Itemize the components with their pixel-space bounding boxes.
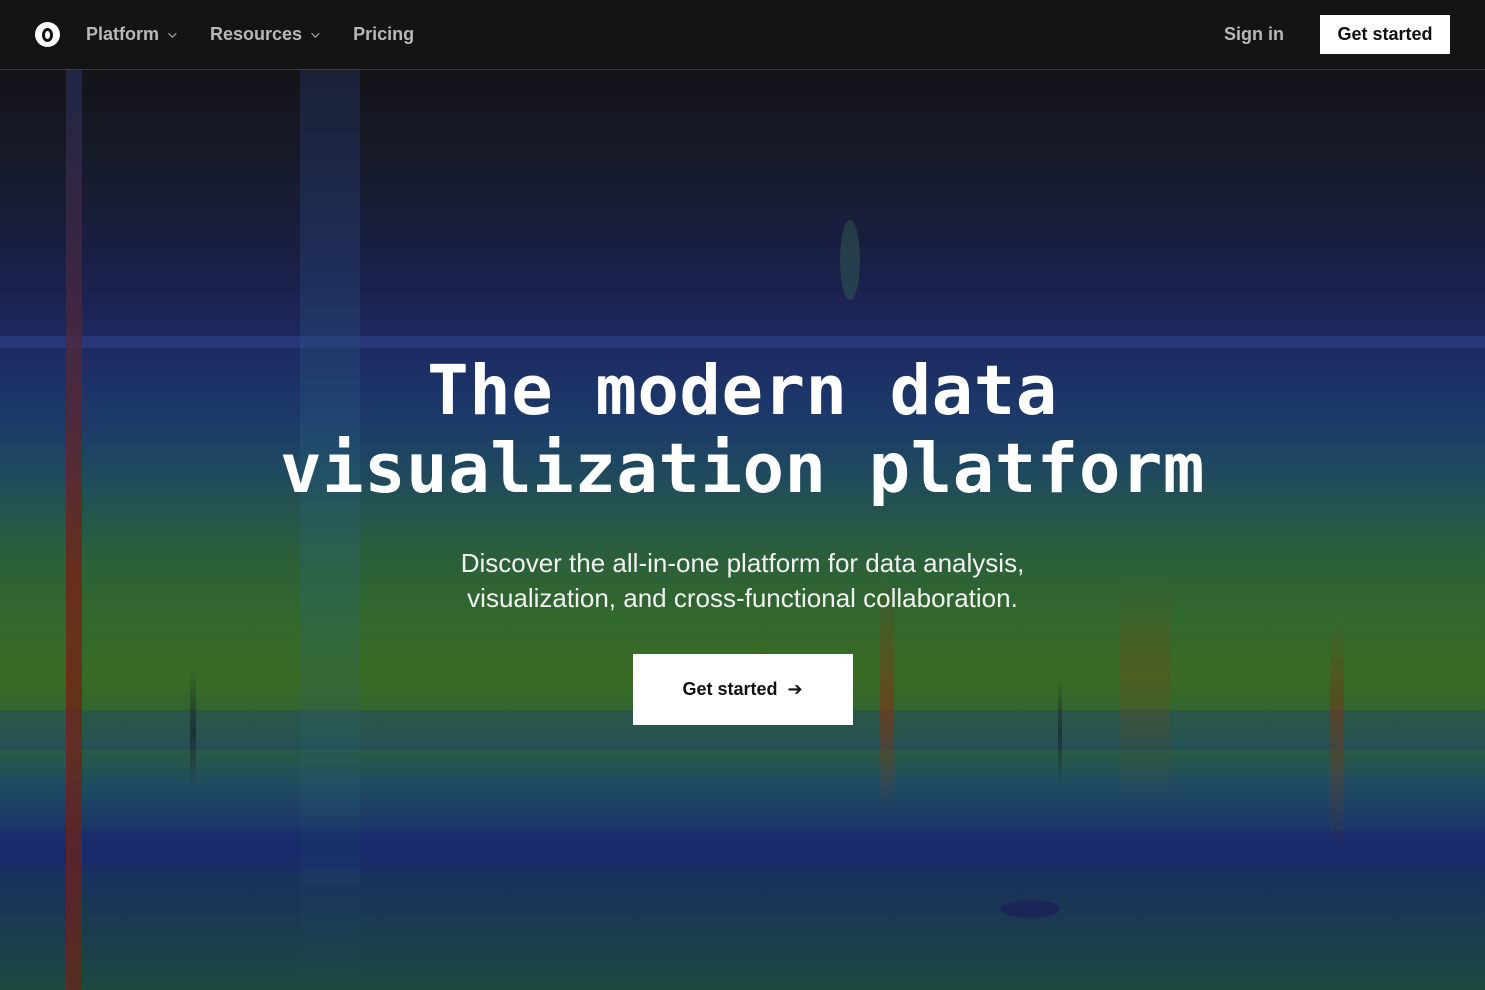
arrow-right-icon: ➔ [787, 679, 803, 699]
hero-title-line: visualization platform [280, 429, 1205, 509]
nav-item-label: Pricing [353, 24, 415, 44]
nav-item-platform[interactable]: Platform [86, 24, 177, 45]
hero-cta-label: Get started [682, 679, 778, 699]
nav-item-label: Platform [86, 24, 160, 44]
hero-subtitle: Discover the all-in-one platform for dat… [461, 546, 1025, 616]
nav-item-label: Resources [210, 24, 303, 44]
hero-subtitle-line: Discover the all-in-one platform for dat… [460, 548, 1025, 578]
chevron-down-icon [311, 28, 320, 38]
nav-item-pricing[interactable]: Pricing [353, 24, 414, 45]
nav-get-started-button[interactable]: Get started [1320, 15, 1450, 54]
nav-item-resources[interactable]: Resources [210, 24, 320, 45]
chevron-down-icon [168, 28, 177, 38]
hero-title: The modern data visualization platform [280, 352, 1205, 508]
hero-title-line: The modern data [427, 351, 1058, 431]
hero-get-started-button[interactable]: Get started ➔ [632, 654, 853, 725]
hero-subtitle-line: visualization, and cross-functional coll… [467, 583, 1018, 613]
top-nav: Platform Resources Pricing Sign in Get s… [0, 0, 1485, 70]
sign-in-link[interactable]: Sign in [1224, 24, 1284, 45]
brand-logo-icon[interactable] [35, 22, 60, 47]
hero-section: The modern data visualization platform D… [0, 70, 1485, 990]
